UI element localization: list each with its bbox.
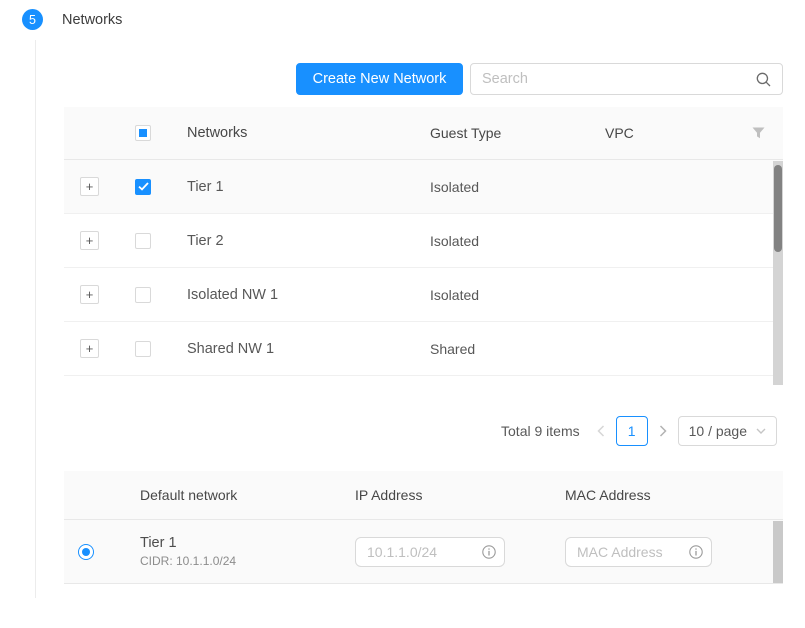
default-table-scrollbar-track	[773, 521, 783, 583]
expand-row-button[interactable]: +	[80, 339, 99, 358]
chevron-down-icon	[756, 428, 766, 434]
pagination-prev-button[interactable]	[594, 416, 608, 446]
pagination: Total 9 items 1 10 / page	[501, 415, 777, 447]
create-new-network-button[interactable]: Create New Network	[296, 63, 463, 95]
networks-wizard-step: 5 Networks Create New Network Networks G…	[0, 0, 805, 628]
default-network-radio[interactable]	[78, 544, 94, 560]
row-checkbox[interactable]	[135, 287, 151, 303]
default-network-table-header: Default network IP Address MAC Address	[64, 471, 783, 520]
pagination-next-button[interactable]	[656, 416, 670, 446]
pagination-total: Total 9 items	[501, 423, 580, 439]
search-icon[interactable]	[756, 72, 771, 87]
search-input[interactable]	[482, 71, 756, 87]
pagination-page-1-button[interactable]: 1	[616, 416, 648, 446]
expand-row-button[interactable]: +	[80, 231, 99, 250]
default-network-table: Default network IP Address MAC Address T…	[64, 471, 783, 584]
guest-type-value: Isolated	[430, 179, 605, 195]
column-header-mac-address: MAC Address	[555, 487, 783, 503]
column-header-default-network: Default network	[130, 487, 345, 503]
row-checkbox[interactable]	[135, 341, 151, 357]
default-network-row[interactable]: Tier 1 CIDR: 10.1.1.0/24	[64, 520, 783, 584]
expand-row-button[interactable]: +	[80, 177, 99, 196]
default-network-cidr: CIDR: 10.1.1.0/24	[140, 554, 345, 568]
column-header-ip-address: IP Address	[345, 487, 555, 503]
search-box[interactable]	[470, 63, 783, 95]
info-icon	[689, 545, 703, 559]
networks-table-header: Networks Guest Type VPC	[64, 107, 783, 160]
select-all-checkbox[interactable]	[135, 125, 151, 141]
network-name: Tier 2	[177, 233, 430, 249]
row-checkbox[interactable]	[135, 179, 151, 195]
page-size-value: 10 / page	[689, 423, 747, 439]
guest-type-value: Isolated	[430, 287, 605, 303]
table-row[interactable]: + Shared NW 1 Shared	[64, 322, 783, 376]
networks-table: Networks Guest Type VPC + Tier 1 Isolate…	[64, 107, 783, 376]
guest-type-value: Shared	[430, 341, 605, 357]
table-scrollbar-thumb[interactable]	[774, 165, 782, 252]
column-header-vpc: VPC	[605, 125, 741, 141]
page-size-select[interactable]: 10 / page	[678, 416, 777, 446]
network-name: Isolated NW 1	[177, 287, 430, 303]
table-scrollbar-track	[773, 161, 783, 385]
default-network-name: Tier 1	[140, 535, 345, 551]
column-header-guest-type: Guest Type	[430, 125, 605, 141]
step-connector-line	[35, 40, 36, 598]
network-name: Tier 1	[177, 179, 430, 195]
guest-type-value: Isolated	[430, 233, 605, 249]
table-row[interactable]: + Isolated NW 1 Isolated	[64, 268, 783, 322]
vpc-filter-icon[interactable]	[741, 127, 783, 139]
step-title: Networks	[62, 12, 122, 28]
step-number-badge: 5	[22, 9, 43, 30]
column-header-networks: Networks	[177, 125, 430, 141]
expand-row-button[interactable]: +	[80, 285, 99, 304]
info-icon	[482, 545, 496, 559]
table-row[interactable]: + Tier 2 Isolated	[64, 214, 783, 268]
table-row[interactable]: + Tier 1 Isolated	[64, 160, 783, 214]
network-name: Shared NW 1	[177, 341, 430, 357]
row-checkbox[interactable]	[135, 233, 151, 249]
